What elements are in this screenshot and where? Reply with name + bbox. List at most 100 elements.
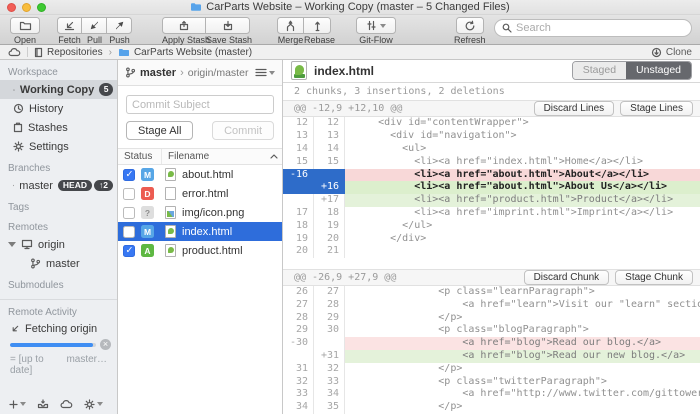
diff-line[interactable]: 14 14 <ul> [283, 143, 700, 156]
diff-code: <div id="navigation"> [345, 130, 700, 143]
diff-line[interactable]: 18 19 </ul> [283, 220, 700, 233]
cloud-icon[interactable] [60, 400, 73, 409]
status-column-header[interactable]: Status [118, 149, 162, 164]
diff-line[interactable]: 29 30 <p class="blogParagraph"> [283, 324, 700, 337]
breadcrumb-repo[interactable]: CarParts Website (master) [118, 47, 252, 58]
changed-files-badge: 5 [99, 83, 113, 97]
stage-all-button[interactable]: Stage All [126, 121, 193, 140]
diff-line[interactable]: 31 32 </p> [283, 363, 700, 376]
close-window-button[interactable] [7, 3, 16, 12]
git-flow-button[interactable]: Git-Flow [356, 17, 396, 45]
search-input[interactable] [516, 22, 684, 34]
add-button[interactable] [9, 400, 26, 409]
sidebar-item-history[interactable]: History [0, 99, 117, 118]
file-checkbox[interactable] [123, 245, 135, 257]
minimize-window-button[interactable] [22, 3, 31, 12]
sidebar-item-branch-master[interactable]: master HEAD ↑2 [0, 176, 117, 195]
disclosure-triangle-icon[interactable] [8, 242, 16, 247]
cancel-fetch-button[interactable]: × [100, 339, 111, 350]
sidebar-item-working-copy[interactable]: Working Copy 5 [0, 80, 117, 99]
gear-icon [84, 399, 95, 410]
discard-lines-button[interactable]: Discard Lines [534, 101, 615, 116]
commit-button[interactable]: Commit [212, 121, 274, 140]
diff-line[interactable]: 19 20 </div> [283, 233, 700, 246]
clone-button[interactable]: Clone [651, 47, 692, 58]
zoom-window-button[interactable] [37, 3, 46, 12]
apply-stash-button[interactable] [162, 17, 206, 34]
unstaged-tab[interactable]: Unstaged [626, 62, 691, 79]
file-checkbox[interactable] [123, 169, 135, 181]
diff-line[interactable]: +17 <li><a href="product.html">Product</… [283, 194, 700, 207]
file-row[interactable]: ? img/icon.png [118, 203, 282, 222]
staged-tab[interactable]: Staged [573, 62, 626, 79]
diff-panel: index.html Staged Unstaged 2 chunks, 3 i… [283, 60, 700, 414]
status-badge: M [141, 225, 154, 238]
diff-line[interactable]: -16 <li><a href="about.html">About</a></… [283, 169, 700, 182]
old-line-number [283, 194, 314, 207]
pull-button[interactable] [82, 17, 107, 34]
list-view-icon [255, 68, 267, 77]
stage-lines-button[interactable]: Stage Lines [620, 101, 693, 116]
push-button[interactable] [107, 17, 132, 34]
sidebar: Workspace Working Copy 5 History Stashes… [0, 60, 118, 414]
stage-chunk-button[interactable]: Stage Chunk [615, 270, 693, 285]
rebase-button[interactable] [304, 17, 331, 34]
old-line-number: 15 [283, 156, 314, 169]
discard-chunk-button[interactable]: Discard Chunk [524, 270, 610, 285]
new-line-number: 29 [314, 312, 345, 325]
staged-unstaged-toggle: Staged Unstaged [572, 61, 692, 80]
diff-line[interactable]: 17 18 <li><a href="imprint.html">Imprint… [283, 207, 700, 220]
file-checkbox[interactable] [123, 226, 135, 238]
diff-line[interactable]: 32 33 <p class="twitterParagraph"> [283, 376, 700, 389]
sidebar-item-remote-master[interactable]: master [0, 254, 117, 273]
breadcrumb-repositories[interactable]: Repositories [34, 47, 103, 58]
tags-header: Tags [0, 195, 117, 215]
old-line-number: 12 [283, 117, 314, 130]
file-row[interactable]: A product.html [118, 241, 282, 260]
diff-file-name: index.html [314, 64, 374, 78]
tracking-branch-label[interactable]: origin/master [188, 67, 249, 79]
diff-line[interactable]: 34 35 </p> [283, 401, 700, 414]
diff-line[interactable]: +31 <a href="blog">Read our new blog.</a… [283, 350, 700, 363]
diff-line[interactable]: 13 13 <div id="navigation"> [283, 130, 700, 143]
open-button[interactable]: Open [10, 17, 40, 45]
current-branch-label[interactable]: master [140, 67, 176, 79]
refresh-button[interactable]: Refresh [454, 17, 486, 45]
save-stash-button[interactable] [206, 17, 250, 34]
merge-button[interactable] [277, 17, 304, 34]
view-options-button[interactable] [255, 68, 275, 77]
tray-icon[interactable] [37, 399, 49, 409]
diff-code: <a href="blog">Read our blog.</a> [345, 337, 700, 350]
action-gear-button[interactable] [84, 399, 103, 410]
diff-line[interactable]: 33 34 <a href="http://www.twitter.com/gi… [283, 388, 700, 401]
diff-line[interactable]: 20 21 [283, 245, 700, 258]
file-row[interactable]: D error.html [118, 184, 282, 203]
file-row[interactable]: M index.html [118, 222, 282, 241]
file-checkbox[interactable] [123, 188, 135, 200]
file-row[interactable]: M about.html [118, 165, 282, 184]
diff-line[interactable]: 12 12 <div id="contentWrapper"> [283, 117, 700, 130]
file-icon [165, 244, 176, 257]
old-line-number: 19 [283, 233, 314, 246]
sidebar-item-stashes[interactable]: Stashes [0, 118, 117, 137]
diff-line[interactable]: 26 27 <p class="learnParagraph"> [283, 286, 700, 299]
fetch-button[interactable] [57, 17, 82, 34]
old-line-number: 27 [283, 299, 314, 312]
filename-column-header[interactable]: Filename [162, 151, 282, 162]
search-field[interactable] [494, 19, 692, 37]
file-checkbox[interactable] [123, 207, 135, 219]
new-line-number: 32 [314, 363, 345, 376]
commit-subject-input[interactable] [126, 95, 274, 114]
diff-line[interactable]: 27 28 <a href="learn">Visit our "learn" … [283, 299, 700, 312]
file-icon [165, 225, 176, 238]
diff-code: <li><a href="imprint.html">Imprint</a></… [345, 207, 700, 220]
sidebar-item-remote-origin[interactable]: origin [0, 235, 117, 254]
diff-line[interactable]: 28 29 </p> [283, 312, 700, 325]
sidebar-item-settings[interactable]: Settings [0, 137, 117, 156]
status-badge: D [141, 187, 154, 200]
diff-line[interactable]: 15 15 <li><a href="index.html">Home</a><… [283, 156, 700, 169]
diff-line[interactable]: +16 <li><a href="about.html">About Us</a… [283, 181, 700, 194]
diff-line[interactable]: -30 <a href="blog">Read our blog.</a> [283, 337, 700, 350]
services-cloud-icon[interactable] [8, 48, 21, 57]
diff-code [345, 245, 700, 258]
